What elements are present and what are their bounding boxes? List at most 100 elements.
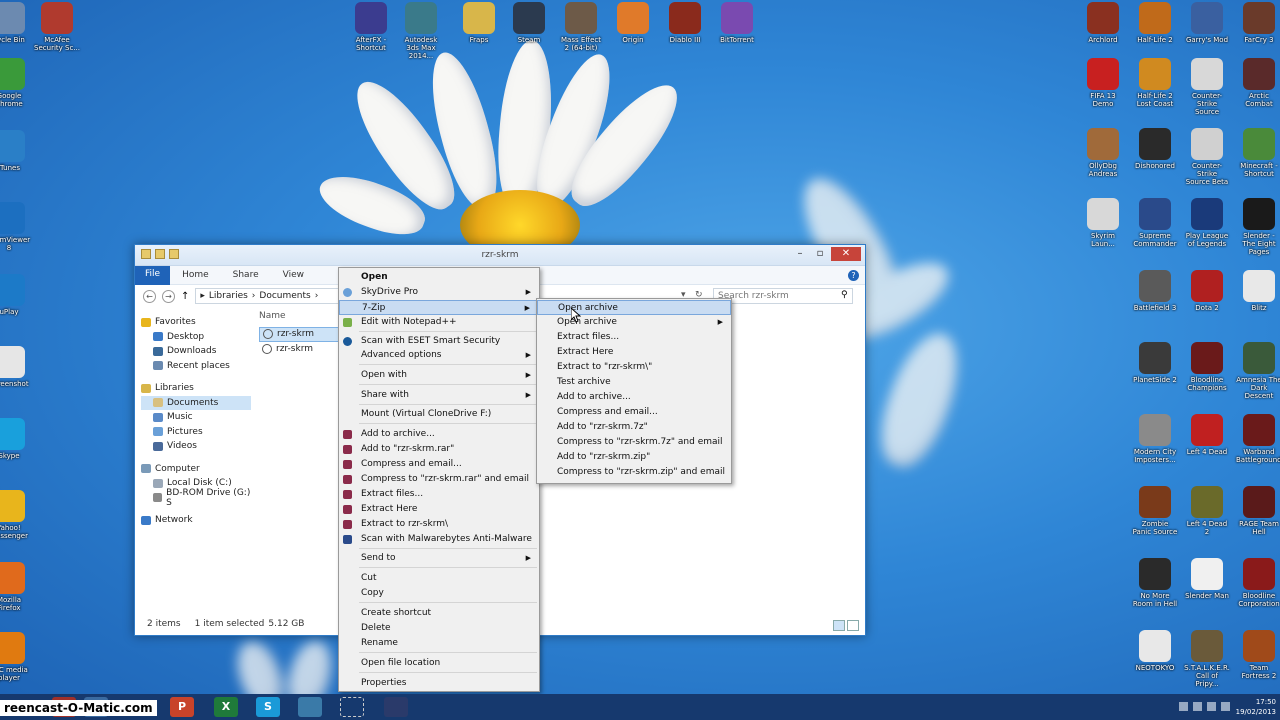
desktop-shortcut[interactable]: PlanetSide 2 [1132,342,1178,384]
search-input[interactable]: Search rzr-skrm [713,288,853,304]
large-icons-view-icon[interactable] [847,620,859,631]
desktop-shortcut[interactable]: Mass Effect 2 (64-bit) [558,2,604,52]
desktop-shortcut[interactable]: AfterFX - Shortcut [348,2,394,52]
nav-desktop[interactable]: Desktop [141,330,251,345]
desktop-shortcut[interactable]: Left 4 Dead [1184,414,1230,456]
desktop-shortcut[interactable]: Amnesia The Dark Descent [1236,342,1280,400]
desktop-shortcut[interactable]: Skype [0,418,32,460]
desktop-shortcut[interactable]: Garry's Mod [1184,2,1230,44]
desktop-shortcut[interactable]: Skyrim Laun... [1080,198,1126,248]
minimize-button[interactable]: – [791,247,809,261]
nav-recent-places[interactable]: Recent places [141,359,251,374]
forward-arrow-icon[interactable]: → [162,289,175,303]
submenu-item-test-archive[interactable]: Test archive [537,375,731,390]
skype-icon[interactable]: S [256,697,280,717]
menu-item-share-with[interactable]: Share with ▶ [339,388,539,403]
details-view-icon[interactable] [833,620,845,631]
powerpoint-icon[interactable]: P [170,697,194,717]
help-icon[interactable]: ? [848,270,859,281]
tab-view[interactable]: View [271,270,316,280]
desktop-shortcut[interactable]: Google Chrome [0,58,32,108]
menu-item-open-with[interactable]: Open with ▶ [339,368,539,383]
menu-item-advanced-options[interactable]: Advanced options ▶ [339,348,539,363]
desktop-shortcut[interactable]: Archlord [1080,2,1126,44]
desktop-shortcut[interactable]: Mozilla Firefox [0,562,32,612]
desktop-shortcut[interactable]: Bloodline Champions [1184,342,1230,392]
tab-file[interactable]: File [135,265,171,285]
desktop-shortcut[interactable]: RAGE Team Hell [1236,486,1280,536]
desktop-shortcut[interactable]: Team Fortress 2 [1236,630,1280,680]
desktop-shortcut[interactable]: S.T.A.L.K.E.R. Call of Pripy... [1184,630,1230,688]
nav-documents[interactable]: Documents [141,395,251,410]
close-button[interactable]: ✕ [831,247,861,261]
menu-item-eset-scan[interactable]: Scan with ESET Smart Security [339,334,539,349]
media-app-icon[interactable] [384,697,408,717]
submenu-item-extract-to[interactable]: Extract to "rzr-skrm\" [537,360,731,375]
desktop-shortcut[interactable]: cycle Bin [0,2,32,44]
menu-item-open-file-location[interactable]: Open file location [339,656,539,671]
submenu-item-compress-7z-email[interactable]: Compress to "rzr-skrm.7z" and email [537,435,731,450]
desktop-shortcut[interactable]: Slender Man [1184,558,1230,600]
desktop-shortcut[interactable]: uPlay [0,274,32,316]
title-bar[interactable]: rzr-skrm – ▫ ✕ [135,245,865,266]
desktop-shortcut[interactable]: No More Room in Hell [1132,558,1178,608]
network-tool-icon[interactable] [298,697,322,717]
menu-item-copy[interactable]: Copy [339,586,539,601]
nav-network[interactable]: Network [141,513,251,528]
desktop-shortcut[interactable]: NEOTOKYO [1132,630,1178,672]
desktop-shortcut[interactable]: Origin [610,2,656,44]
menu-item-delete[interactable]: Delete [339,621,539,636]
desktop-shortcut[interactable]: Blitz [1236,270,1280,312]
menu-item-skydrive-pro[interactable]: SkyDrive Pro ▶ [339,285,539,300]
nav-videos[interactable]: Videos [141,439,251,454]
menu-item-edit-notepad[interactable]: Edit with Notepad++ [339,315,539,330]
nav-downloads[interactable]: Downloads [141,344,251,359]
submenu-item-open-archive-sub[interactable]: Open archive ▶ [537,315,731,330]
volume-icon[interactable] [1207,702,1216,711]
excel-icon[interactable]: X [214,697,238,717]
desktop-shortcut[interactable]: VLC media player [0,632,32,682]
menu-item-extract-to[interactable]: Extract to rzr-skrm\ [339,517,539,532]
menu-item-properties[interactable]: Properties [339,676,539,691]
submenu-item-extract-here[interactable]: Extract Here [537,345,731,360]
desktop-shortcut[interactable]: Bloodline Corporation [1236,558,1280,608]
menu-item-mount[interactable]: Mount (Virtual CloneDrive F:) [339,407,539,422]
up-arrow-icon[interactable]: ↑ [181,291,189,302]
desktop-shortcut[interactable]: Zombie Panic Source [1132,486,1178,536]
desktop-shortcut[interactable]: Diablo III [662,2,708,44]
desktop-shortcut[interactable]: Slender - The Eight Pages [1236,198,1280,256]
menu-item-rename[interactable]: Rename [339,636,539,651]
breadcrumb-documents[interactable]: Documents [259,291,310,301]
desktop-shortcut[interactable]: FarCry 3 [1236,2,1280,44]
tray-icon[interactable] [1179,702,1188,711]
desktop-shortcut[interactable]: Left 4 Dead 2 [1184,486,1230,536]
desktop-shortcut[interactable]: FIFA 13 Demo [1080,58,1126,108]
column-header-name[interactable]: Name [259,311,339,321]
menu-item-7zip[interactable]: 7-Zip ▶ [339,300,539,315]
menu-item-compress-email[interactable]: Compress and email... [339,457,539,472]
menu-item-cut[interactable]: Cut [339,571,539,586]
menu-item-send-to[interactable]: Send to ▶ [339,551,539,566]
menu-item-create-shortcut[interactable]: Create shortcut [339,606,539,621]
submenu-item-add-zip[interactable]: Add to "rzr-skrm.zip" [537,450,731,465]
menu-item-add-archive[interactable]: Add to archive... [339,427,539,442]
tray-icon[interactable] [1193,702,1202,711]
tab-home[interactable]: Home [170,270,221,280]
back-arrow-icon[interactable]: ← [143,289,156,303]
desktop-shortcut[interactable]: Warband Battlegrounds [1236,414,1280,464]
search-icon[interactable]: ⚲ [841,290,848,300]
desktop-shortcut[interactable]: iTunes [0,130,32,172]
list-item[interactable]: rzr-skrm [259,327,339,342]
desktop-shortcut[interactable]: Yahoo! Messenger [0,490,32,540]
submenu-item-add-archive[interactable]: Add to archive... [537,390,731,405]
nav-computer[interactable]: Computer [141,462,251,477]
desktop-shortcut[interactable]: Modern City Imposters... [1132,414,1178,464]
desktop-shortcut[interactable]: Screenshot [0,346,32,388]
maximize-button[interactable]: ▫ [811,247,829,261]
desktop-shortcut[interactable]: Counter-Strike Source [1184,58,1230,116]
desktop-shortcut[interactable]: Autodesk 3ds Max 2014... [398,2,444,60]
nav-music[interactable]: Music [141,410,251,425]
desktop-shortcut[interactable]: Arctic Combat [1236,58,1280,108]
desktop-shortcut[interactable]: Dishonored [1132,128,1178,170]
desktop-shortcut[interactable]: Play League of Legends [1184,198,1230,248]
